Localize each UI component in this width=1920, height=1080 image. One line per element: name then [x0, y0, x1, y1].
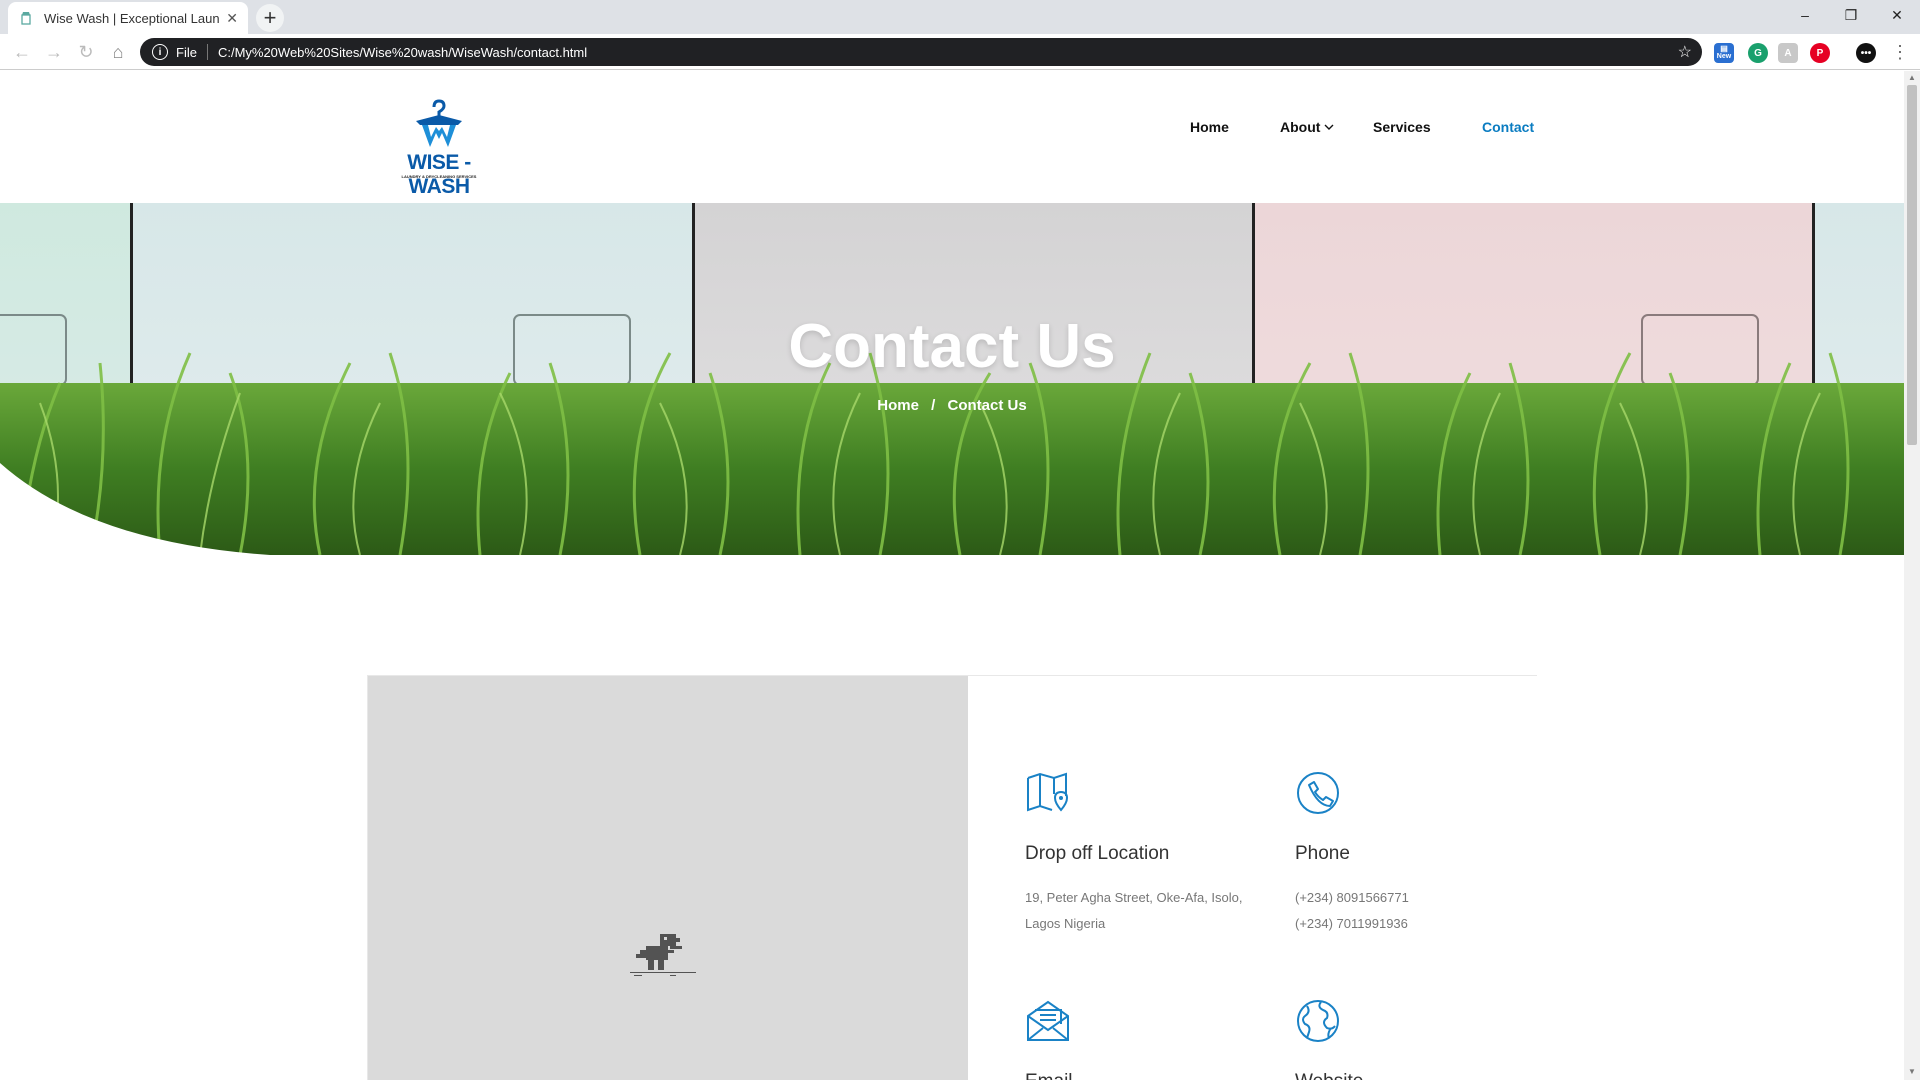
menu-kebab-icon[interactable]: ⋮ [1888, 40, 1912, 64]
website-block: Website [1295, 998, 1545, 1080]
plus-icon: + [263, 5, 277, 30]
browser-tab[interactable]: Wise Wash | Exceptional Laundry ✕ [8, 2, 248, 34]
breadcrumb: Home / Contact Us [0, 397, 1904, 414]
reload-icon[interactable]: ↻ [74, 40, 98, 64]
breadcrumb-separator: / [931, 397, 936, 414]
omnibox-divider [206, 44, 208, 60]
grammarly-extension-icon[interactable]: G [1748, 43, 1768, 63]
new-tab-button[interactable]: + [256, 4, 284, 32]
nav-about-label: About [1280, 119, 1321, 135]
url-text[interactable]: C:/My%20Web%20Sites/Wise%20wash/WiseWash… [218, 45, 1678, 60]
bookmark-star-icon[interactable]: ☆ [1678, 42, 1692, 62]
address-bar[interactable]: i File C:/My%20Web%20Sites/Wise%20wash/W… [140, 38, 1702, 66]
scroll-up-arrow-icon[interactable]: ▲ [1907, 73, 1917, 83]
offline-dino-icon [630, 934, 696, 976]
site-logo[interactable]: WISE - WASH LAUNDRY & DRYCLEANING SERVIC… [378, 99, 500, 198]
site-header: WISE - WASH LAUNDRY & DRYCLEANING SERVIC… [0, 71, 1904, 203]
tab-title: Wise Wash | Exceptional Laundry [44, 10, 221, 26]
email-block: Email [1025, 998, 1275, 1080]
page-scrollbar[interactable]: ▲ ▼ [1904, 71, 1920, 1080]
contact-section: Drop off Location 19, Peter Agha Street,… [367, 675, 1538, 1080]
extension-icon[interactable]: A [1778, 43, 1798, 63]
forward-arrow-icon[interactable]: → [42, 40, 66, 64]
browser-tabbar: Wise Wash | Exceptional Laundry ✕ + – ❐ … [0, 0, 1920, 34]
breadcrumb-home-link[interactable]: Home [877, 397, 919, 414]
globe-icon [1297, 1000, 1339, 1042]
news-extension-label: New [1716, 53, 1732, 60]
location-line-1: 19, Peter Agha Street, Oke-Afa, Isolo, [1025, 890, 1243, 905]
page-viewport: WISE - WASH LAUNDRY & DRYCLEANING SERVIC… [0, 71, 1904, 1080]
nav-services-label: Services [1373, 119, 1431, 135]
nav-home-label: Home [1190, 119, 1229, 135]
phone-block: Phone (+234) 8091566771 (+234) 701199193… [1295, 770, 1545, 937]
phone-number-2[interactable]: (+234) 7011991936 [1295, 911, 1545, 937]
nav-home[interactable]: Home [1190, 115, 1229, 139]
tab-close-icon[interactable]: ✕ [226, 10, 238, 27]
map-icon [1027, 772, 1069, 812]
home-icon[interactable]: ⌂ [106, 40, 130, 64]
nav-contact[interactable]: Contact [1482, 115, 1534, 139]
hero-banner: Contact Us Home / Contact Us [0, 203, 1904, 555]
email-title: Email [1025, 1071, 1275, 1080]
breadcrumb-current: Contact Us [947, 397, 1027, 414]
page-title: Contact Us [788, 312, 1116, 381]
news-extension-icon[interactable]: ▤ New [1714, 43, 1734, 63]
profile-avatar-icon[interactable]: ••• [1856, 43, 1876, 63]
close-window-button[interactable]: ✕ [1874, 0, 1920, 30]
contact-info-panel: Drop off Location 19, Peter Agha Street,… [968, 676, 1538, 1080]
scroll-down-arrow-icon[interactable]: ▼ [1907, 1067, 1917, 1077]
location-title: Drop off Location [1025, 843, 1170, 864]
logo-tagline: LAUNDRY & DRYCLEANING SERVICES [401, 174, 477, 179]
back-arrow-icon[interactable]: ← [10, 40, 34, 64]
minimize-button[interactable]: – [1782, 0, 1828, 30]
phone-title: Phone [1295, 843, 1350, 864]
omnibox-scheme: File [176, 44, 197, 60]
nav-contact-label: Contact [1482, 119, 1535, 135]
phone-number-1[interactable]: (+234) 8091566771 [1295, 885, 1545, 911]
nav-about[interactable]: About [1280, 115, 1334, 139]
chevron-down-icon [1324, 118, 1334, 136]
hanger-logo-icon [416, 99, 462, 147]
phone-icon [1297, 772, 1339, 814]
nav-services[interactable]: Services [1373, 115, 1431, 139]
browser-toolbar: ← → ↻ ⌂ i File C:/My%20Web%20Sites/Wise%… [0, 34, 1920, 70]
scrollbar-thumb[interactable] [1907, 85, 1917, 445]
location-line-2: Lagos Nigeria [1025, 916, 1106, 931]
map-embed-placeholder [368, 676, 968, 1080]
info-icon[interactable]: i [152, 44, 168, 60]
pinterest-extension-icon[interactable]: P [1810, 43, 1830, 63]
location-block: Drop off Location 19, Peter Agha Street,… [1025, 770, 1275, 937]
favicon-icon [18, 10, 34, 26]
envelope-icon [1027, 1000, 1069, 1041]
website-title: Website [1295, 1071, 1545, 1080]
restore-button[interactable]: ❐ [1828, 0, 1874, 30]
